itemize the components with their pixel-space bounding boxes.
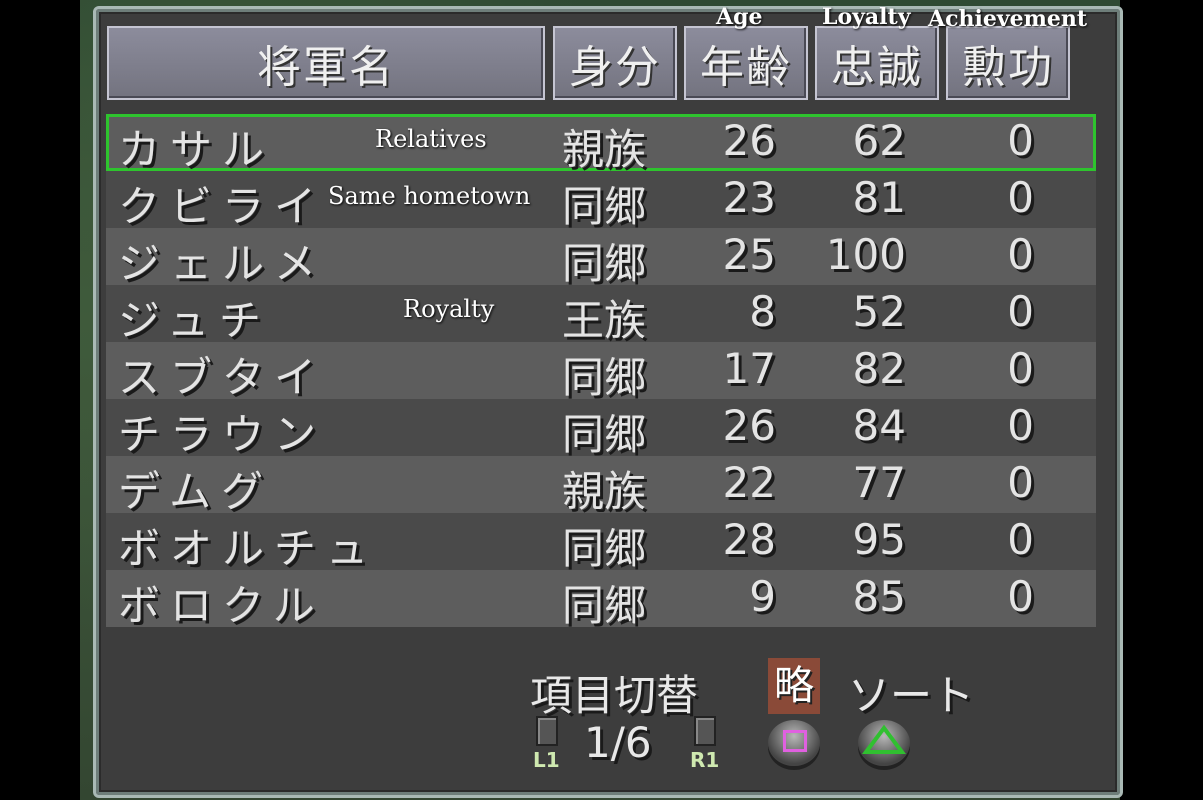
triangle-button[interactable] [858,720,910,766]
general-name: ボオルチュ [118,524,379,573]
general-achievement: 0 [1007,344,1034,393]
general-achievement: 0 [1007,515,1034,564]
table-row[interactable]: カサル 親族 26 62 0 [106,114,1096,174]
general-loyalty: 77 [852,458,906,507]
note-relatives: Relatives [375,125,487,153]
header-general-name[interactable]: 将軍名 [107,26,545,100]
general-age: 9 [749,572,776,621]
general-name: ジュチ [118,296,272,345]
header-loyalty-translation: Loyalty [822,4,911,30]
general-name: クビライ [118,182,327,231]
square-button[interactable] [768,720,820,766]
square-icon [783,730,807,752]
general-rank: 親族 [562,467,647,516]
general-achievement: 0 [1007,173,1034,222]
abbreviate-button[interactable]: 略 [768,658,820,714]
general-age: 28 [722,515,776,564]
general-name: ボロクル [118,581,325,630]
table-row[interactable]: デムグ 親族 22 77 0 [106,456,1096,516]
general-rank: 同郷 [562,353,647,402]
general-rank: 同郷 [562,182,647,231]
general-achievement: 0 [1007,572,1034,621]
general-rank: 同郷 [562,239,647,288]
general-age: 26 [722,401,776,450]
table-row[interactable]: ジュチ 王族 8 52 0 [106,285,1096,345]
general-achievement: 0 [1007,287,1034,336]
general-table: カサル 親族 26 62 0 クビライ 同郷 23 81 0 ジェルメ 同郷 2… [106,114,1096,630]
general-achievement: 0 [1007,458,1034,507]
switch-items-label: 項目切替 [530,671,699,720]
general-name: ジェルメ [118,239,327,288]
general-loyalty: 81 [852,173,906,222]
table-row[interactable]: クビライ 同郷 23 81 0 [106,171,1096,231]
general-loyalty: 85 [852,572,906,621]
general-age: 26 [722,116,776,165]
general-age: 25 [722,230,776,279]
general-rank: 王族 [562,296,647,345]
general-loyalty: 84 [852,401,906,450]
general-age: 22 [722,458,776,507]
table-row[interactable]: スブタイ 同郷 17 82 0 [106,342,1096,402]
header-achievement[interactable]: 勲功 [946,26,1070,100]
header-age[interactable]: 年齢 [684,26,808,100]
note-royalty: Royalty [403,295,495,323]
l1-label: L1 [533,748,560,772]
triangle-icon [862,724,906,754]
general-name: デムグ [118,467,274,516]
r1-label: R1 [690,748,720,772]
general-rank: 同郷 [562,524,647,573]
r1-button-icon[interactable] [694,716,716,746]
general-name: スブタイ [118,353,327,402]
table-row[interactable]: チラウン 同郷 26 84 0 [106,399,1096,459]
general-loyalty: 82 [852,344,906,393]
general-achievement: 0 [1007,230,1034,279]
header-rank[interactable]: 身分 [553,26,677,100]
general-name: チラウン [118,410,327,459]
general-achievement: 0 [1007,116,1034,165]
general-loyalty: 100 [825,230,906,279]
general-name: カサル [118,125,275,174]
general-loyalty: 62 [852,116,906,165]
page-indicator: 1/6 [584,718,652,767]
general-rank: 親族 [562,125,647,174]
table-row[interactable]: ボロクル 同郷 9 85 0 [106,570,1096,630]
header-age-translation: Age [716,4,763,30]
general-age: 8 [749,287,776,336]
general-rank: 同郷 [562,410,647,459]
l1-button-icon[interactable] [536,716,558,746]
general-age: 23 [722,173,776,222]
general-loyalty: 52 [852,287,906,336]
general-age: 17 [722,344,776,393]
general-achievement: 0 [1007,401,1034,450]
table-row[interactable]: ジェルメ 同郷 25 100 0 [106,228,1096,288]
note-same-hometown: Same hometown [328,182,531,210]
general-rank: 同郷 [562,581,647,630]
header-achievement-translation: Achievement [928,6,1088,32]
table-row[interactable]: ボオルチュ 同郷 28 95 0 [106,513,1096,573]
header-loyalty[interactable]: 忠誠 [815,26,939,100]
general-loyalty: 95 [852,515,906,564]
sort-label: ソート [848,671,975,720]
